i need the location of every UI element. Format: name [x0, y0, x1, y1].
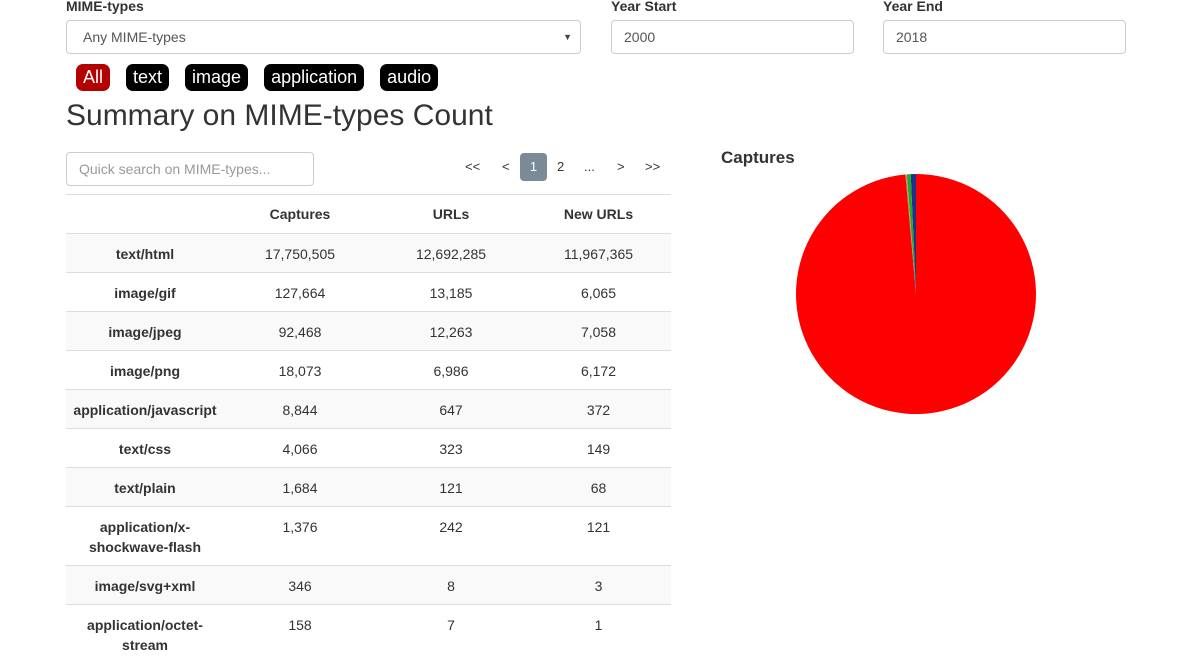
caret-down-icon: ▼: [563, 21, 572, 53]
urls-cell: 242: [376, 507, 526, 566]
filter-pill-audio[interactable]: audio: [380, 64, 438, 91]
year-end-input[interactable]: 2018: [883, 20, 1126, 54]
filter-pill-text[interactable]: text: [126, 64, 169, 91]
mime-cell: text/css: [66, 429, 224, 468]
captures-cell: 346: [224, 566, 376, 605]
captures-cell: 1,684: [224, 468, 376, 507]
new-urls-cell: 3: [526, 566, 671, 605]
mime-cell: text/html: [66, 234, 224, 273]
urls-cell: 12,692,285: [376, 234, 526, 273]
column-header-new-urls[interactable]: New URLs: [526, 195, 671, 234]
new-urls-cell: 121: [526, 507, 671, 566]
year-end-value: 2018: [896, 29, 927, 45]
pagination-ellipsis: ...: [584, 153, 595, 181]
mime-cell: image/png: [66, 351, 224, 390]
pagination-last-button[interactable]: >>: [645, 153, 660, 181]
new-urls-cell: 149: [526, 429, 671, 468]
pagination-page-1[interactable]: 1: [520, 153, 547, 181]
urls-cell: 323: [376, 429, 526, 468]
pagination-first-button[interactable]: <<: [465, 153, 480, 181]
year-start-input[interactable]: 2000: [611, 20, 854, 54]
year-end-label: Year End: [883, 0, 943, 14]
table-row: text/html 17,750,505 12,692,285 11,967,3…: [66, 234, 671, 273]
captures-cell: 158: [224, 605, 376, 663]
filter-pill-image[interactable]: image: [185, 64, 248, 91]
column-header-captures[interactable]: Captures: [224, 195, 376, 234]
captures-cell: 127,664: [224, 273, 376, 312]
table-row: application/x-shockwave-flash 1,376 242 …: [66, 507, 671, 566]
urls-cell: 13,185: [376, 273, 526, 312]
table-row: image/gif 127,664 13,185 6,065: [66, 273, 671, 312]
captures-cell: 18,073: [224, 351, 376, 390]
filter-pill-all[interactable]: All: [76, 64, 110, 91]
mime-cell: image/jpeg: [66, 312, 224, 351]
year-start-value: 2000: [624, 29, 655, 45]
mime-types-selected-value: Any MIME-types: [83, 29, 186, 45]
mime-cell: application/javascript: [66, 390, 224, 429]
pagination-prev-button[interactable]: <: [502, 153, 510, 181]
urls-cell: 8: [376, 566, 526, 605]
chart-title: Captures: [721, 148, 795, 168]
page-title: Summary on MIME-types Count: [66, 99, 493, 133]
table-row: application/javascript 8,844 647 372: [66, 390, 671, 429]
mime-cell: image/svg+xml: [66, 566, 224, 605]
urls-cell: 12,263: [376, 312, 526, 351]
new-urls-cell: 11,967,365: [526, 234, 671, 273]
urls-cell: 647: [376, 390, 526, 429]
pagination-page-2[interactable]: 2: [557, 153, 564, 181]
filter-pill-application[interactable]: application: [264, 64, 364, 91]
pagination-next-button[interactable]: >: [617, 153, 625, 181]
mime-types-select[interactable]: Any MIME-types ▼: [66, 20, 581, 54]
urls-cell: 7: [376, 605, 526, 663]
mime-summary-table: Captures URLs New URLs text/html 17,750,…: [66, 194, 671, 663]
pie-slice-text-html[interactable]: [796, 174, 1036, 414]
new-urls-cell: 372: [526, 390, 671, 429]
captures-cell: 92,468: [224, 312, 376, 351]
captures-cell: 17,750,505: [224, 234, 376, 273]
table-row: image/svg+xml 346 8 3: [66, 566, 671, 605]
year-start-label: Year Start: [611, 0, 676, 14]
mime-cell: application/octet-stream: [66, 605, 224, 663]
table-row: application/octet-stream 158 7 1: [66, 605, 671, 663]
table-row: image/jpeg 92,468 12,263 7,058: [66, 312, 671, 351]
column-header-urls[interactable]: URLs: [376, 195, 526, 234]
new-urls-cell: 1: [526, 605, 671, 663]
mime-cell: text/plain: [66, 468, 224, 507]
urls-cell: 121: [376, 468, 526, 507]
table-row: text/plain 1,684 121 68: [66, 468, 671, 507]
captures-cell: 1,376: [224, 507, 376, 566]
type-filter-bar: All text image application audio: [76, 64, 438, 91]
new-urls-cell: 6,065: [526, 273, 671, 312]
captures-pie-chart: [786, 164, 1046, 424]
new-urls-cell: 68: [526, 468, 671, 507]
table-row: text/css 4,066 323 149: [66, 429, 671, 468]
mime-types-label: MIME-types: [66, 0, 144, 14]
captures-cell: 8,844: [224, 390, 376, 429]
table-row: image/png 18,073 6,986 6,172: [66, 351, 671, 390]
mime-cell: application/x-shockwave-flash: [66, 507, 224, 566]
urls-cell: 6,986: [376, 351, 526, 390]
captures-cell: 4,066: [224, 429, 376, 468]
table-header-row: Captures URLs New URLs: [66, 195, 671, 234]
column-header-mime[interactable]: [66, 195, 224, 234]
mime-search-input[interactable]: [66, 152, 314, 186]
new-urls-cell: 6,172: [526, 351, 671, 390]
new-urls-cell: 7,058: [526, 312, 671, 351]
mime-cell: image/gif: [66, 273, 224, 312]
